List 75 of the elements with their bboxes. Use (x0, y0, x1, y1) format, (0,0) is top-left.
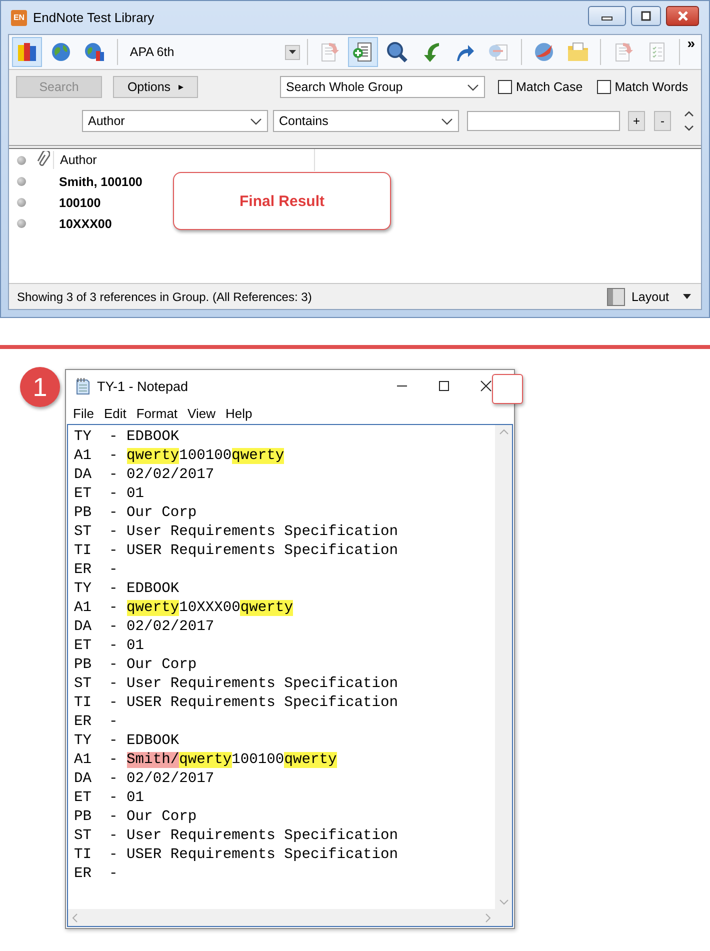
column-header[interactable]: Author (54, 149, 315, 171)
read-status-icon (16, 156, 26, 164)
text-line: DA - 02/02/2017 (74, 770, 216, 789)
text-line: ET - 01 (74, 637, 146, 656)
text-line: TY - EDBOOK (74, 428, 180, 447)
text-line: TI - USER Requirements Specification (74, 694, 400, 713)
menu-item[interactable]: View (182, 406, 220, 420)
window-title: EndNote Test Library (33, 10, 156, 25)
text-line: PB - Our Corp (74, 504, 198, 523)
checkbox-label: Match Case (516, 80, 583, 94)
app-icon: EN (11, 10, 27, 26)
text-line: TI - USER Requirements Specification (74, 846, 400, 865)
text-line: ER - (74, 865, 119, 884)
add-document-icon[interactable] (348, 37, 378, 67)
dropdown-button[interactable] (284, 44, 300, 60)
text-line: PB - Our Corp (74, 808, 198, 827)
menu-item[interactable]: Help (220, 406, 258, 420)
menu-item[interactable]: Edit (98, 406, 132, 420)
options-button[interactable]: Options ▸ (113, 76, 198, 98)
read-status-icon (16, 177, 26, 186)
remove-button[interactable]: - (654, 111, 671, 131)
checkbox[interactable] (498, 80, 512, 94)
operator-dropdown[interactable]: Contains (273, 110, 459, 132)
maximize-button[interactable] (631, 6, 661, 26)
caret-icon (683, 294, 691, 299)
text-line: DA - 02/02/2017 (74, 466, 216, 485)
close-button[interactable] (480, 380, 492, 392)
text-line: ER - (74, 713, 119, 732)
chevron-icon (250, 118, 262, 124)
text-line: ST - User Requirements Specification (74, 523, 400, 542)
scope-dropdown[interactable]: Search Whole Group (280, 76, 485, 98)
field-dropdown[interactable]: Author (82, 110, 268, 132)
text-line: ST - User Requirements Specification (74, 827, 400, 846)
maximize-icon (640, 10, 652, 20)
add-button[interactable]: + (628, 111, 645, 131)
text-line: TI - USER Requirements Specification (74, 542, 400, 561)
checkbox-label: Match Words (614, 80, 688, 94)
maximize-button[interactable] (438, 380, 450, 392)
text-line: DA - 02/02/2017 (74, 618, 216, 637)
menu-item[interactable]: File (68, 406, 99, 420)
search-term-field[interactable] (467, 111, 620, 131)
author-cell[interactable]: 10XXX00 (33, 216, 112, 230)
text-line: PB - Our Corp (74, 656, 198, 675)
author-cell[interactable]: Smith, 100100 (33, 174, 142, 188)
notepad-icon (75, 377, 91, 395)
text-line: ST - User Requirements Specification (74, 675, 400, 694)
callout-box: Final Result (173, 172, 391, 230)
text-line: A1 - qwerty100100qwerty (74, 447, 286, 466)
style-dropdown[interactable]: APA 6th (124, 41, 300, 63)
paperclip-icon (36, 151, 50, 169)
window-title: TY-1 - Notepad (97, 378, 190, 394)
text-line: ET - 01 (74, 789, 146, 808)
step-badge: 1 (20, 367, 60, 407)
minimize-button[interactable] (588, 6, 626, 26)
read-status-icon (16, 198, 26, 207)
close-button[interactable] (666, 6, 699, 26)
caret-icon (288, 50, 296, 54)
text-line: A1 - Smith/qwerty100100qwerty (74, 751, 338, 770)
read-status-icon (16, 219, 26, 228)
text-line: ER - (74, 561, 119, 580)
text-line: ET - 01 (74, 485, 146, 504)
checkbox[interactable] (596, 80, 611, 94)
text-line: TY - EDBOOK (74, 580, 180, 599)
menu-item[interactable]: Format (131, 406, 183, 420)
chevron-icon (441, 118, 453, 124)
layout-button[interactable]: Layout (607, 288, 691, 306)
close-icon (676, 10, 688, 22)
scroll-arrows-icon[interactable] (684, 110, 694, 132)
status-text: Showing 3 of 3 references in Group. (All References: 3) (17, 290, 313, 304)
chevron-icon (467, 84, 479, 90)
author-cell[interactable]: 100100 (33, 196, 101, 210)
text-line: A1 - qwerty10XXX00qwerty (74, 599, 294, 618)
text-line: TY - EDBOOK (74, 732, 180, 751)
overflow-button[interactable]: » (687, 35, 695, 51)
books-icon[interactable] (12, 37, 42, 67)
